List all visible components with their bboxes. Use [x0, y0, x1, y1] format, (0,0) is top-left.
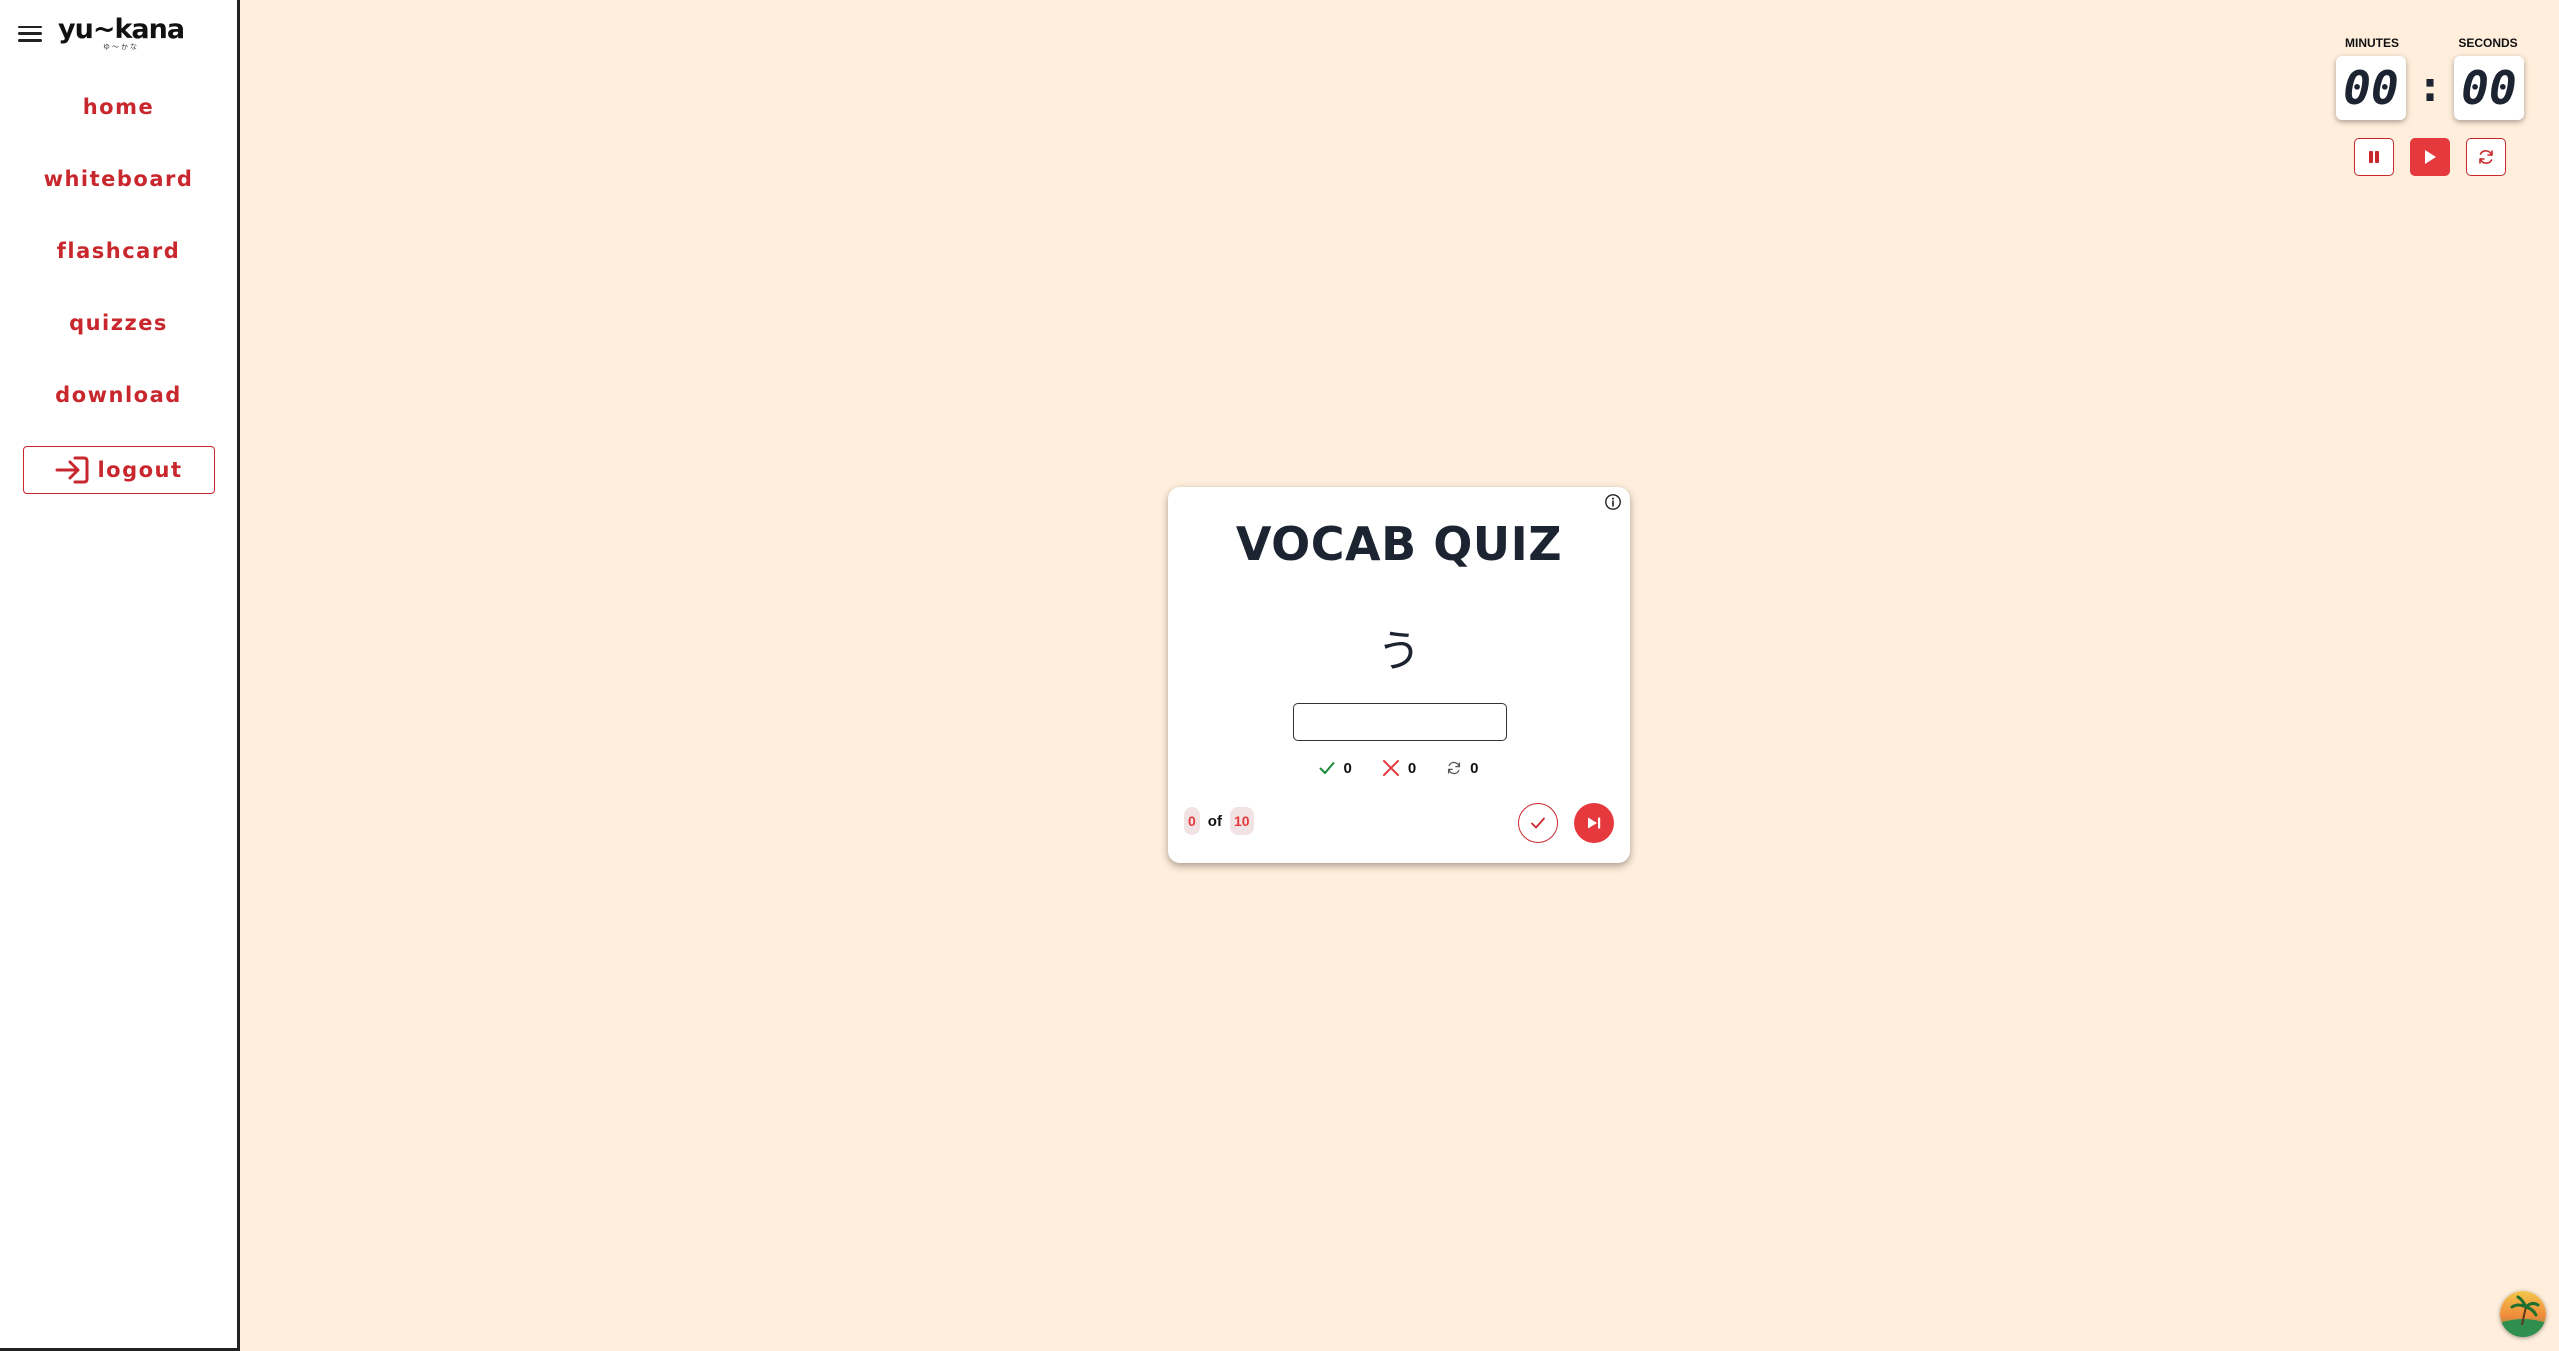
refresh-icon — [1448, 761, 1461, 775]
logout-label: logout — [97, 458, 183, 482]
corner-avatar[interactable] — [2500, 1291, 2546, 1337]
sidebar-nav: home whiteboard flashcard quizzes downlo… — [0, 90, 237, 450]
menu-icon[interactable] — [18, 24, 42, 44]
answer-input[interactable] — [1293, 703, 1507, 741]
island-avatar-icon — [2500, 1291, 2546, 1337]
seconds-display: 00 — [2454, 56, 2524, 120]
progress-current: 0 — [1184, 807, 1200, 835]
sidebar-item-whiteboard[interactable]: whiteboard — [0, 162, 237, 234]
quiz-progress: 0 of 10 — [1184, 807, 1254, 835]
timer: MINUTES SECONDS 00 : 00 — [2336, 36, 2524, 176]
skip-next-icon — [1588, 817, 1601, 829]
info-icon[interactable] — [1604, 493, 1622, 511]
play-icon — [2425, 150, 2436, 164]
sidebar-header: yu~kana ゆ〜かな — [18, 14, 185, 51]
seconds-label: SECONDS — [2458, 36, 2518, 50]
logout-button[interactable]: logout — [23, 446, 215, 494]
sidebar-item-home[interactable]: home — [0, 90, 237, 162]
skipped-count: 0 — [1470, 759, 1479, 777]
cross-icon — [1382, 760, 1399, 776]
sidebar-item-quizzes[interactable]: quizzes — [0, 306, 237, 378]
skip-button[interactable] — [1574, 803, 1614, 843]
timer-controls — [2336, 138, 2524, 176]
correct-count: 0 — [1343, 759, 1352, 777]
check-icon — [1319, 762, 1335, 774]
correct-stat: 0 — [1319, 759, 1352, 777]
sidebar-item-download[interactable]: download — [0, 378, 237, 450]
timer-display: 00 : 00 — [2336, 56, 2524, 120]
progress-of-label: of — [1207, 812, 1222, 830]
reset-button[interactable] — [2466, 138, 2506, 176]
minutes-label: MINUTES — [2345, 36, 2399, 50]
refresh-icon — [2479, 150, 2493, 164]
login-arrow-icon — [55, 455, 89, 485]
timer-labels: MINUTES SECONDS — [2336, 36, 2524, 50]
pause-button[interactable] — [2354, 138, 2394, 176]
logo-subtext: ゆ〜かな — [103, 43, 140, 51]
pause-icon — [2369, 151, 2379, 163]
quiz-prompt: う — [1377, 626, 1421, 677]
sidebar-item-flashcard[interactable]: flashcard — [0, 234, 237, 306]
quiz-title: VOCAB QUIZ — [1235, 517, 1563, 571]
skipped-stat: 0 — [1446, 759, 1479, 777]
logo[interactable]: yu~kana ゆ〜かな — [58, 14, 185, 51]
submit-answer-button[interactable] — [1518, 803, 1558, 843]
play-button[interactable] — [2410, 138, 2450, 176]
progress-total: 10 — [1229, 807, 1254, 835]
quiz-stats: 0 0 0 — [1168, 759, 1630, 777]
check-icon — [1531, 817, 1545, 829]
wrong-stat: 0 — [1382, 759, 1416, 777]
timer-separator: : — [2422, 65, 2438, 111]
minutes-display: 00 — [2336, 56, 2406, 120]
quiz-card: VOCAB QUIZ う 0 0 0 0 of 10 — [1168, 487, 1630, 863]
quiz-actions — [1518, 803, 1614, 843]
sidebar: yu~kana ゆ〜かな home whiteboard flashcard q… — [0, 0, 240, 1351]
logo-text: yu~kana — [58, 14, 185, 45]
wrong-count: 0 — [1407, 759, 1417, 777]
